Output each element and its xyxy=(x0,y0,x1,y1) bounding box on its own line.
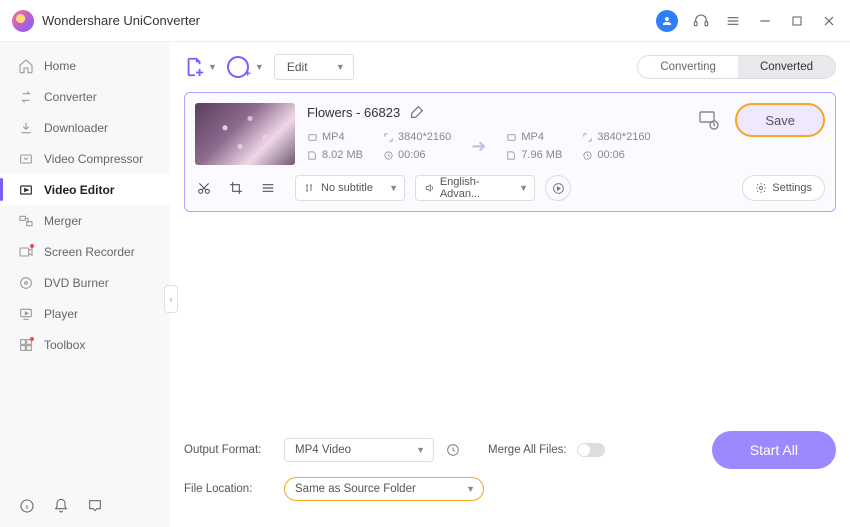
add-url-icon xyxy=(227,56,249,78)
tab-converted[interactable]: Converted xyxy=(738,56,835,78)
effects-icon[interactable] xyxy=(259,179,277,197)
sidebar-item-downloader[interactable]: Downloader xyxy=(0,112,170,143)
menu-icon[interactable] xyxy=(724,12,742,30)
sidebar-item-label: Home xyxy=(44,59,76,73)
converter-icon xyxy=(18,89,34,105)
crop-icon[interactable] xyxy=(227,179,245,197)
video-thumbnail[interactable] xyxy=(195,103,295,165)
chevron-down-icon: ▼ xyxy=(416,445,425,455)
sidebar-item-toolbox[interactable]: Toolbox xyxy=(0,329,170,360)
rename-icon[interactable] xyxy=(408,103,426,121)
dst-duration: 00:06 xyxy=(582,149,644,161)
src-size: 8.02 MB xyxy=(307,149,369,161)
user-account-button[interactable] xyxy=(656,10,678,32)
settings-button[interactable]: Settings xyxy=(742,175,825,201)
start-all-button[interactable]: Start All xyxy=(712,431,836,469)
output-settings-icon[interactable] xyxy=(697,108,721,132)
save-button[interactable]: Save xyxy=(735,103,825,137)
sidebar-item-home[interactable]: Home xyxy=(0,50,170,81)
chevron-down-icon: ▼ xyxy=(519,183,528,193)
download-icon xyxy=(18,120,34,136)
sidebar: Home Converter Downloader Video Compress… xyxy=(0,42,170,527)
sidebar-item-dvd-burner[interactable]: DVD Burner xyxy=(0,267,170,298)
sidebar-item-converter[interactable]: Converter xyxy=(0,81,170,112)
src-format: MP4 xyxy=(307,131,369,143)
maximize-button[interactable] xyxy=(788,12,806,30)
toolbox-icon xyxy=(18,337,34,353)
compressor-icon xyxy=(18,151,34,167)
subtitle-icon xyxy=(304,182,316,194)
sidebar-item-compressor[interactable]: Video Compressor xyxy=(0,143,170,174)
sidebar-item-label: Screen Recorder xyxy=(44,245,135,259)
sidebar-item-video-editor[interactable]: Video Editor xyxy=(0,174,170,205)
add-file-icon xyxy=(184,56,206,78)
merger-icon xyxy=(18,213,34,229)
output-format-label: Output Format: xyxy=(184,444,274,456)
notification-icon[interactable] xyxy=(52,497,70,515)
player-icon xyxy=(18,306,34,322)
titlebar: Wondershare UniConverter xyxy=(0,0,850,42)
sidebar-item-label: Merger xyxy=(44,214,82,228)
info-icon[interactable] xyxy=(18,497,36,515)
arrow-icon: ➜ xyxy=(471,136,486,157)
home-icon xyxy=(18,58,34,74)
file-card: Flowers - 66823 MP4 3840*2160 8.02 MB 00… xyxy=(184,92,836,212)
file-location-label: File Location: xyxy=(184,483,274,495)
app-logo xyxy=(12,10,34,32)
tab-converting[interactable]: Converting xyxy=(638,56,738,78)
file-name: Flowers - 66823 xyxy=(307,105,400,120)
preview-button[interactable] xyxy=(545,175,571,201)
recorder-icon xyxy=(18,244,34,260)
headset-support-icon[interactable] xyxy=(692,12,710,30)
chevron-down-icon: ▼ xyxy=(466,484,475,494)
file-location-dropdown[interactable]: Same as Source Folder ▼ xyxy=(284,477,484,501)
src-resolution: 3840*2160 xyxy=(383,131,451,143)
sidebar-item-label: Player xyxy=(44,307,78,321)
add-url-button[interactable]: ▼ xyxy=(227,56,264,78)
dst-format: MP4 xyxy=(506,131,568,143)
toolbar: ▼ ▼ Edit ▼ Converting Converted xyxy=(170,42,850,92)
gear-icon xyxy=(755,182,767,194)
sidebar-item-label: Video Compressor xyxy=(44,152,143,166)
chevron-down-icon: ▼ xyxy=(208,62,217,72)
sidebar-item-label: Toolbox xyxy=(44,338,85,352)
minimize-button[interactable] xyxy=(756,12,774,30)
close-button[interactable] xyxy=(820,12,838,30)
add-file-button[interactable]: ▼ xyxy=(184,56,217,78)
sidebar-item-label: DVD Burner xyxy=(44,276,109,290)
chevron-down-icon: ▼ xyxy=(336,62,345,72)
app-title: Wondershare UniConverter xyxy=(42,13,200,28)
merge-toggle[interactable] xyxy=(577,443,605,457)
sidebar-item-label: Converter xyxy=(44,90,97,104)
sidebar-collapse-button[interactable]: ‹ xyxy=(164,285,178,313)
dst-resolution: 3840*2160 xyxy=(582,131,650,143)
sidebar-item-label: Video Editor xyxy=(44,183,114,197)
output-format-dropdown[interactable]: MP4 Video ▼ xyxy=(284,438,434,462)
dvd-icon xyxy=(18,275,34,291)
sidebar-item-merger[interactable]: Merger xyxy=(0,205,170,236)
sidebar-item-player[interactable]: Player xyxy=(0,298,170,329)
chevron-down-icon: ▼ xyxy=(255,62,264,72)
trim-icon[interactable] xyxy=(195,179,213,197)
gpu-accel-icon[interactable] xyxy=(444,441,462,459)
edit-dropdown[interactable]: Edit ▼ xyxy=(274,54,354,80)
dst-size: 7.96 MB xyxy=(506,149,568,161)
subtitle-dropdown[interactable]: No subtitle ▼ xyxy=(295,175,405,201)
feedback-icon[interactable] xyxy=(86,497,104,515)
sidebar-item-label: Downloader xyxy=(44,121,108,135)
audio-icon xyxy=(424,182,435,194)
src-duration: 00:06 xyxy=(383,149,445,161)
chevron-down-icon: ▼ xyxy=(389,183,398,193)
audio-dropdown[interactable]: English-Advan... ▼ xyxy=(415,175,535,201)
merge-label: Merge All Files: xyxy=(488,444,567,456)
edit-dropdown-label: Edit xyxy=(287,60,308,74)
editor-icon xyxy=(18,182,34,198)
sidebar-item-screen-recorder[interactable]: Screen Recorder xyxy=(0,236,170,267)
